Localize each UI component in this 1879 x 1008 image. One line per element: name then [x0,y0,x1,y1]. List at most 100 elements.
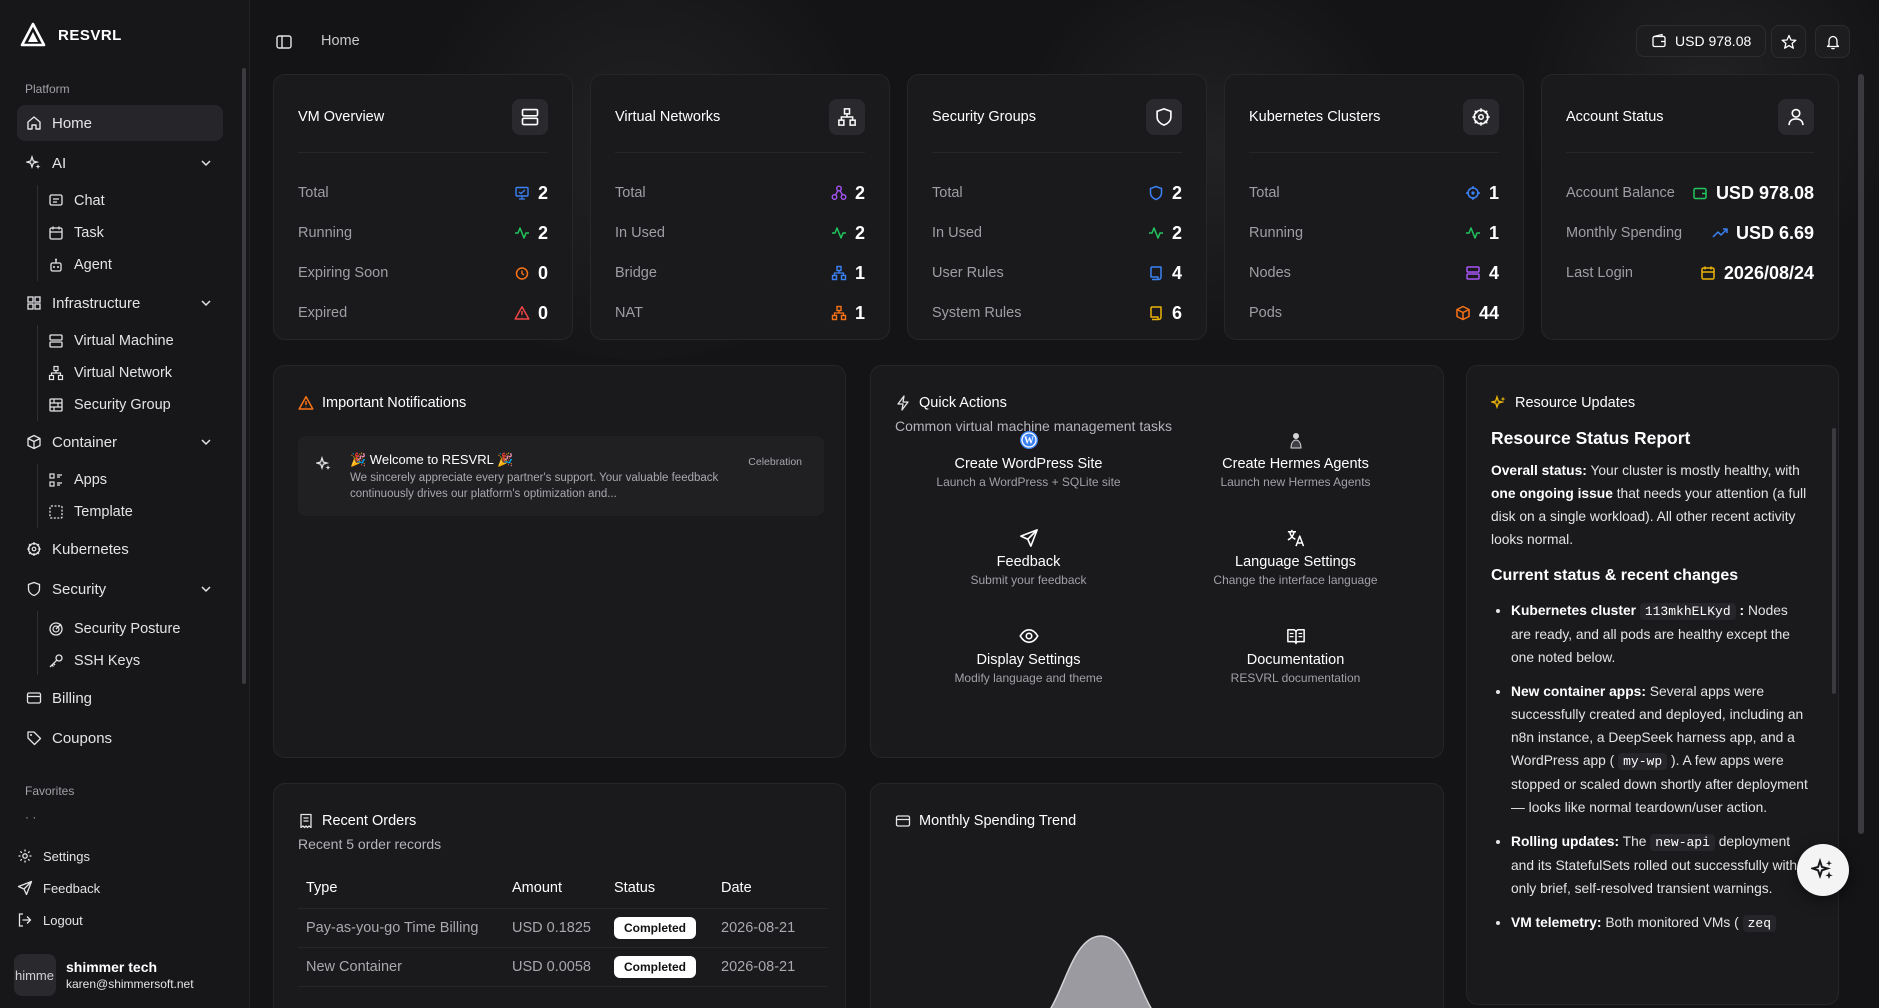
stat-value: 2026/08/24 [1723,262,1814,283]
sparkles-icon [314,455,332,472]
action-desc: Submit your feedback [970,572,1087,587]
network-icon [829,99,865,135]
sidebar-item-virtual-machine[interactable]: Virtual Machine [48,326,174,356]
kubernetes-clusters-card: Kubernetes Clusters Total 1 Running 1 Node… [1224,74,1524,340]
network-icon [831,265,847,281]
tree-line [37,325,38,421]
notifications-button[interactable] [1815,25,1850,58]
language-settings-button[interactable]: Language Settings Change the interface l… [1166,508,1425,606]
action-desc: Launch new Hermes Agents [1220,474,1371,489]
table-row[interactable]: New Container USD 0.0058 Completed 2026-… [298,947,828,987]
resource-report: Resource Status Report Overall status: Y… [1491,428,1809,946]
receipt-icon [298,813,314,829]
balance-label: USD 978.08 [1675,33,1752,49]
activity-icon [1465,225,1481,241]
display-settings-button[interactable]: Display Settings Modify language and the… [899,606,1158,704]
sidebar-item-kubernetes[interactable]: Kubernetes [17,531,223,567]
sidebar-scrollbar[interactable] [242,68,246,684]
action-title: Feedback [996,553,1061,570]
sidebar-item-ssh-keys[interactable]: SSH Keys [48,646,140,676]
sidebar-item-label: Coupons [52,729,113,747]
ai-assistant-button[interactable] [1797,844,1849,896]
order-status-cell: Completed [606,908,713,948]
activity-icon [514,225,530,241]
stat-value: 44 [1478,302,1499,323]
create-wordpress-button[interactable]: W Create WordPress Site Launch a WordPre… [899,410,1158,508]
order-amount: USD 0.0058 [504,947,606,987]
sidebar-item-label: Security [52,580,107,598]
documentation-button[interactable]: Documentation RESVRL documentation [1166,606,1425,704]
brand[interactable]: RESVRL [20,22,122,48]
sidebar-item-security[interactable]: Security [17,571,223,607]
send-icon [17,880,33,896]
sidebar-item-security-posture[interactable]: Security Posture [48,614,180,644]
sidebar-item-task[interactable]: Task [48,218,104,248]
order-amount: USD 0.1825 [504,908,606,948]
feedback-action-button[interactable]: Feedback Submit your feedback [899,508,1158,606]
sidebar-item-chat[interactable]: Chat [48,186,105,216]
server-icon [512,99,548,135]
sidebar-item-security-group[interactable]: Security Group [48,390,171,420]
stat-label: Total [298,185,329,201]
list-item: VM telemetry: Both monitored VMs ( zeq [1511,911,1809,935]
page-scrollbar[interactable] [1858,74,1864,834]
sidebar-item-coupons[interactable]: Coupons [17,720,223,756]
user-profile[interactable]: himme shimmer tech karen@shimmersoft.net [14,954,194,996]
monitor-icon [514,185,530,201]
sidebar-item-home[interactable]: Home [17,105,223,141]
list-item: Rolling updates: The new-api deployment … [1511,830,1809,900]
stat-value: USD 6.69 [1735,222,1814,243]
gear-icon [17,848,33,864]
table-row[interactable]: Pay-as-you-go Time Billing USD 0.1825 Co… [298,908,828,948]
column-header: Status [606,868,713,909]
sidebar-item-ai[interactable]: AI [17,145,223,181]
status-badge: Completed [614,916,697,939]
virtual-networks-card: Virtual Networks Total 2 In Used 2 Bridge 1… [590,74,890,340]
sidebar-item-infrastructure[interactable]: Infrastructure [17,285,223,321]
sidebar-item-agent[interactable]: Agent [48,250,112,280]
table-header-row: Type Amount Status Date [298,868,828,909]
sidebar-item-template[interactable]: Template [48,497,133,527]
credit-card-icon [895,813,911,829]
sidebar-item-apps[interactable]: Apps [48,465,107,495]
bot-icon [48,257,64,273]
package-icon [1455,305,1471,321]
sidebar-item-label: AI [52,154,67,172]
create-hermes-agents-button[interactable]: Create Hermes Agents Launch new Hermes A… [1166,410,1425,508]
report-heading: Resource Status Report [1491,428,1691,448]
stat-value: 1 [854,302,865,323]
card-title: VM Overview [298,109,385,125]
bullet-label: New container apps: [1511,684,1646,699]
server-icon [1465,265,1481,281]
helm-icon [1465,185,1481,201]
logout-link[interactable]: Logout [17,912,83,928]
network-icon [831,185,847,201]
overall-text: Your cluster is mostly healthy, with [1590,463,1800,478]
favorites-empty: · · [25,810,37,824]
stat-value: 6 [1171,302,1182,323]
sidebar-item-label: Virtual Machine [74,333,174,349]
sidebar-toggle-button[interactable] [275,33,293,51]
sidebar: RESVRL Platform Home AI Chat Task Agent … [0,0,250,1008]
report-scrollbar[interactable] [1832,428,1836,694]
settings-link[interactable]: Settings [17,848,90,864]
activity-icon [831,225,847,241]
stat-label: Pods [1249,305,1283,321]
favorites-button[interactable] [1771,25,1806,58]
sidebar-item-label: Security Group [74,397,171,413]
balance-button[interactable]: USD 978.08 [1636,25,1767,57]
feedback-link[interactable]: Feedback [17,880,100,896]
favorites-label: Favorites [25,784,75,798]
sidebar-item-container[interactable]: Container [17,424,223,460]
sidebar-item-billing[interactable]: Billing [17,680,223,716]
tree-line [37,611,38,675]
network-icon [831,305,847,321]
stat-label: Expiring Soon [298,265,389,281]
breadcrumb[interactable]: Home [321,33,360,49]
chevron-down-icon [199,582,213,596]
notification-item[interactable]: 🎉 Welcome to RESVRL 🎉 We sincerely appre… [298,436,824,516]
logout-label: Logout [43,912,83,928]
helm-icon [26,541,42,557]
sidebar-item-virtual-network[interactable]: Virtual Network [48,358,172,388]
user-name: shimmer tech [66,959,158,975]
